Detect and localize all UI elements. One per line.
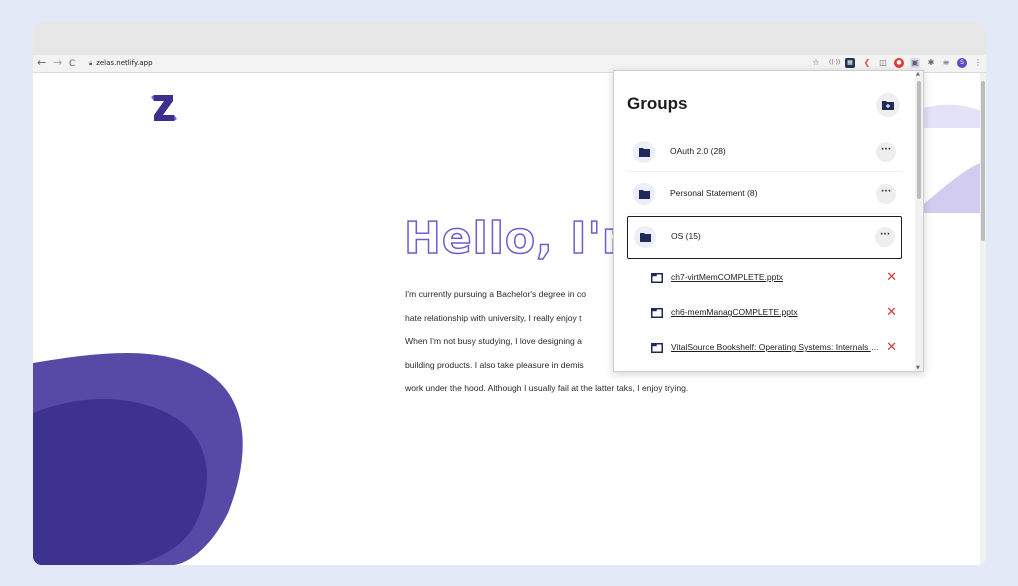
- back-button[interactable]: ←: [37, 56, 46, 70]
- popup-title: Groups: [627, 94, 688, 113]
- popup-scrollbar-thumb[interactable]: [917, 81, 921, 199]
- tab-icon: [651, 308, 663, 318]
- wave-icon[interactable]: ((·)): [829, 58, 840, 68]
- scroll-up-icon[interactable]: ▲: [916, 71, 920, 77]
- tab-link[interactable]: VitalSource Bookshelf: Operating Systems…: [671, 342, 883, 352]
- tab-row[interactable]: VitalSource Bookshelf: Operating Systems…: [649, 340, 899, 360]
- puzzle-app-icon[interactable]: ▦: [845, 58, 855, 68]
- page-scrollbar-thumb[interactable]: [981, 81, 985, 241]
- reload-button[interactable]: C: [69, 57, 75, 71]
- badge-icon[interactable]: ❮: [862, 58, 872, 68]
- tab-row[interactable]: ch7-virtMemCOMPLETE.pptx ✕: [649, 270, 899, 290]
- logo-icon[interactable]: [151, 93, 177, 123]
- group-more-button[interactable]: ···: [876, 184, 896, 204]
- group-more-button[interactable]: ···: [875, 227, 895, 247]
- group-row-os[interactable]: OS (15) ···: [627, 216, 902, 259]
- record-icon[interactable]: ●: [894, 58, 904, 68]
- tab-icon: [651, 343, 663, 353]
- add-group-button[interactable]: [876, 93, 900, 117]
- playlist-icon[interactable]: ≡: [941, 58, 951, 68]
- close-icon[interactable]: ✕: [886, 341, 897, 355]
- group-label: OAuth 2.0 (28): [670, 146, 726, 156]
- folder-icon: [633, 183, 655, 205]
- tab-row[interactable]: ch6-memManagCOMPLETE.pptx ✕: [649, 305, 899, 325]
- group-row-personal-statement[interactable]: Personal Statement (8) ···: [627, 174, 902, 214]
- folder-plus-icon: [882, 101, 894, 110]
- profile-avatar[interactable]: S: [957, 58, 967, 68]
- extensions-icon[interactable]: ✱: [926, 58, 936, 68]
- popup-scrollbar[interactable]: ▲ ▼: [915, 71, 923, 371]
- tab-strip: [33, 22, 986, 55]
- tab-icon: [651, 273, 663, 283]
- tab-link[interactable]: ch7-virtMemCOMPLETE.pptx: [671, 272, 783, 282]
- tab-groups-icon[interactable]: ▣: [910, 58, 920, 68]
- camera-icon[interactable]: ◫: [878, 58, 888, 68]
- menu-icon[interactable]: ⋮: [973, 58, 983, 68]
- address-bar[interactable]: 🔒︎ zelas.netlify.app: [89, 58, 153, 69]
- folder-icon: [633, 141, 655, 163]
- close-icon[interactable]: ✕: [886, 271, 897, 285]
- group-label: Personal Statement (8): [670, 188, 758, 198]
- star-icon[interactable]: ☆: [811, 58, 821, 68]
- folder-icon: [634, 226, 656, 248]
- lock-icon: 🔒︎: [89, 60, 93, 67]
- scroll-down-icon[interactable]: ▼: [916, 365, 920, 371]
- group-row-oauth[interactable]: OAuth 2.0 (28) ···: [627, 132, 902, 172]
- close-icon[interactable]: ✕: [886, 306, 897, 320]
- group-more-button[interactable]: ···: [876, 142, 896, 162]
- page-scrollbar[interactable]: [980, 73, 986, 565]
- group-label: OS (15): [671, 231, 701, 241]
- bio-line: work under the hood. Although I usually …: [405, 383, 689, 393]
- forward-button[interactable]: →: [53, 56, 62, 70]
- groups-popup: Groups OAuth 2.0 (28) ··· Personal State…: [613, 70, 924, 372]
- url-text: zelas.netlify.app: [96, 59, 153, 67]
- tab-link[interactable]: ch6-memManagCOMPLETE.pptx: [671, 307, 798, 317]
